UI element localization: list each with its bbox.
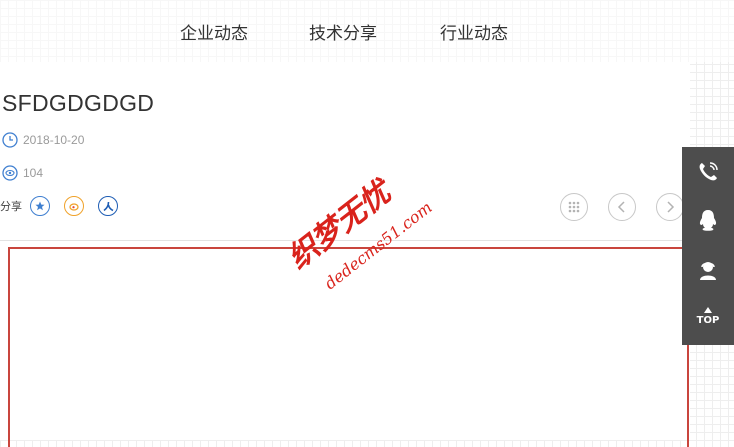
back-to-top-label: TOP	[696, 315, 720, 326]
qzone-share-icon[interactable]	[30, 196, 50, 216]
date-text: 2018-10-20	[23, 133, 85, 147]
nav-item-tech-share[interactable]: 技术分享	[309, 19, 377, 44]
view-count: 104	[2, 165, 43, 181]
floating-sidebar: TOP	[682, 147, 734, 345]
publish-date: 2018-10-20	[2, 132, 84, 148]
chevron-right-icon	[667, 201, 675, 213]
content-divider	[0, 240, 690, 241]
chevron-left-icon	[617, 201, 625, 213]
views-text: 104	[23, 166, 44, 180]
renren-share-icon[interactable]	[98, 196, 118, 216]
qq-icon	[699, 210, 717, 231]
sidebar-phone-button[interactable]	[682, 149, 734, 195]
content-frame	[8, 247, 689, 447]
nav-item-industry-news[interactable]: 行业动态	[440, 19, 508, 44]
article-title: SFDGDGDGD	[2, 90, 155, 116]
top-nav: 企业动态 技术分享 行业动态	[0, 0, 734, 62]
eye-icon	[2, 165, 18, 181]
top-arrow-icon	[704, 307, 712, 313]
nav-item-company-news[interactable]: 企业动态	[180, 19, 248, 44]
sidebar-qq-button[interactable]	[682, 197, 734, 243]
share-bar: 分享	[0, 196, 118, 216]
article-content: SFDGDGDGD 2018-10-20 104 分享	[0, 62, 690, 447]
prev-button[interactable]	[608, 193, 636, 221]
share-label: 分享	[0, 200, 22, 213]
weibo-share-icon[interactable]	[64, 196, 84, 216]
customer-service-icon	[700, 262, 716, 280]
grid-icon	[568, 201, 580, 213]
clock-icon	[2, 132, 18, 148]
next-button[interactable]	[656, 193, 684, 221]
sidebar-service-button[interactable]	[682, 247, 734, 293]
phone-icon	[699, 162, 718, 181]
grid-list-button[interactable]	[560, 193, 588, 221]
